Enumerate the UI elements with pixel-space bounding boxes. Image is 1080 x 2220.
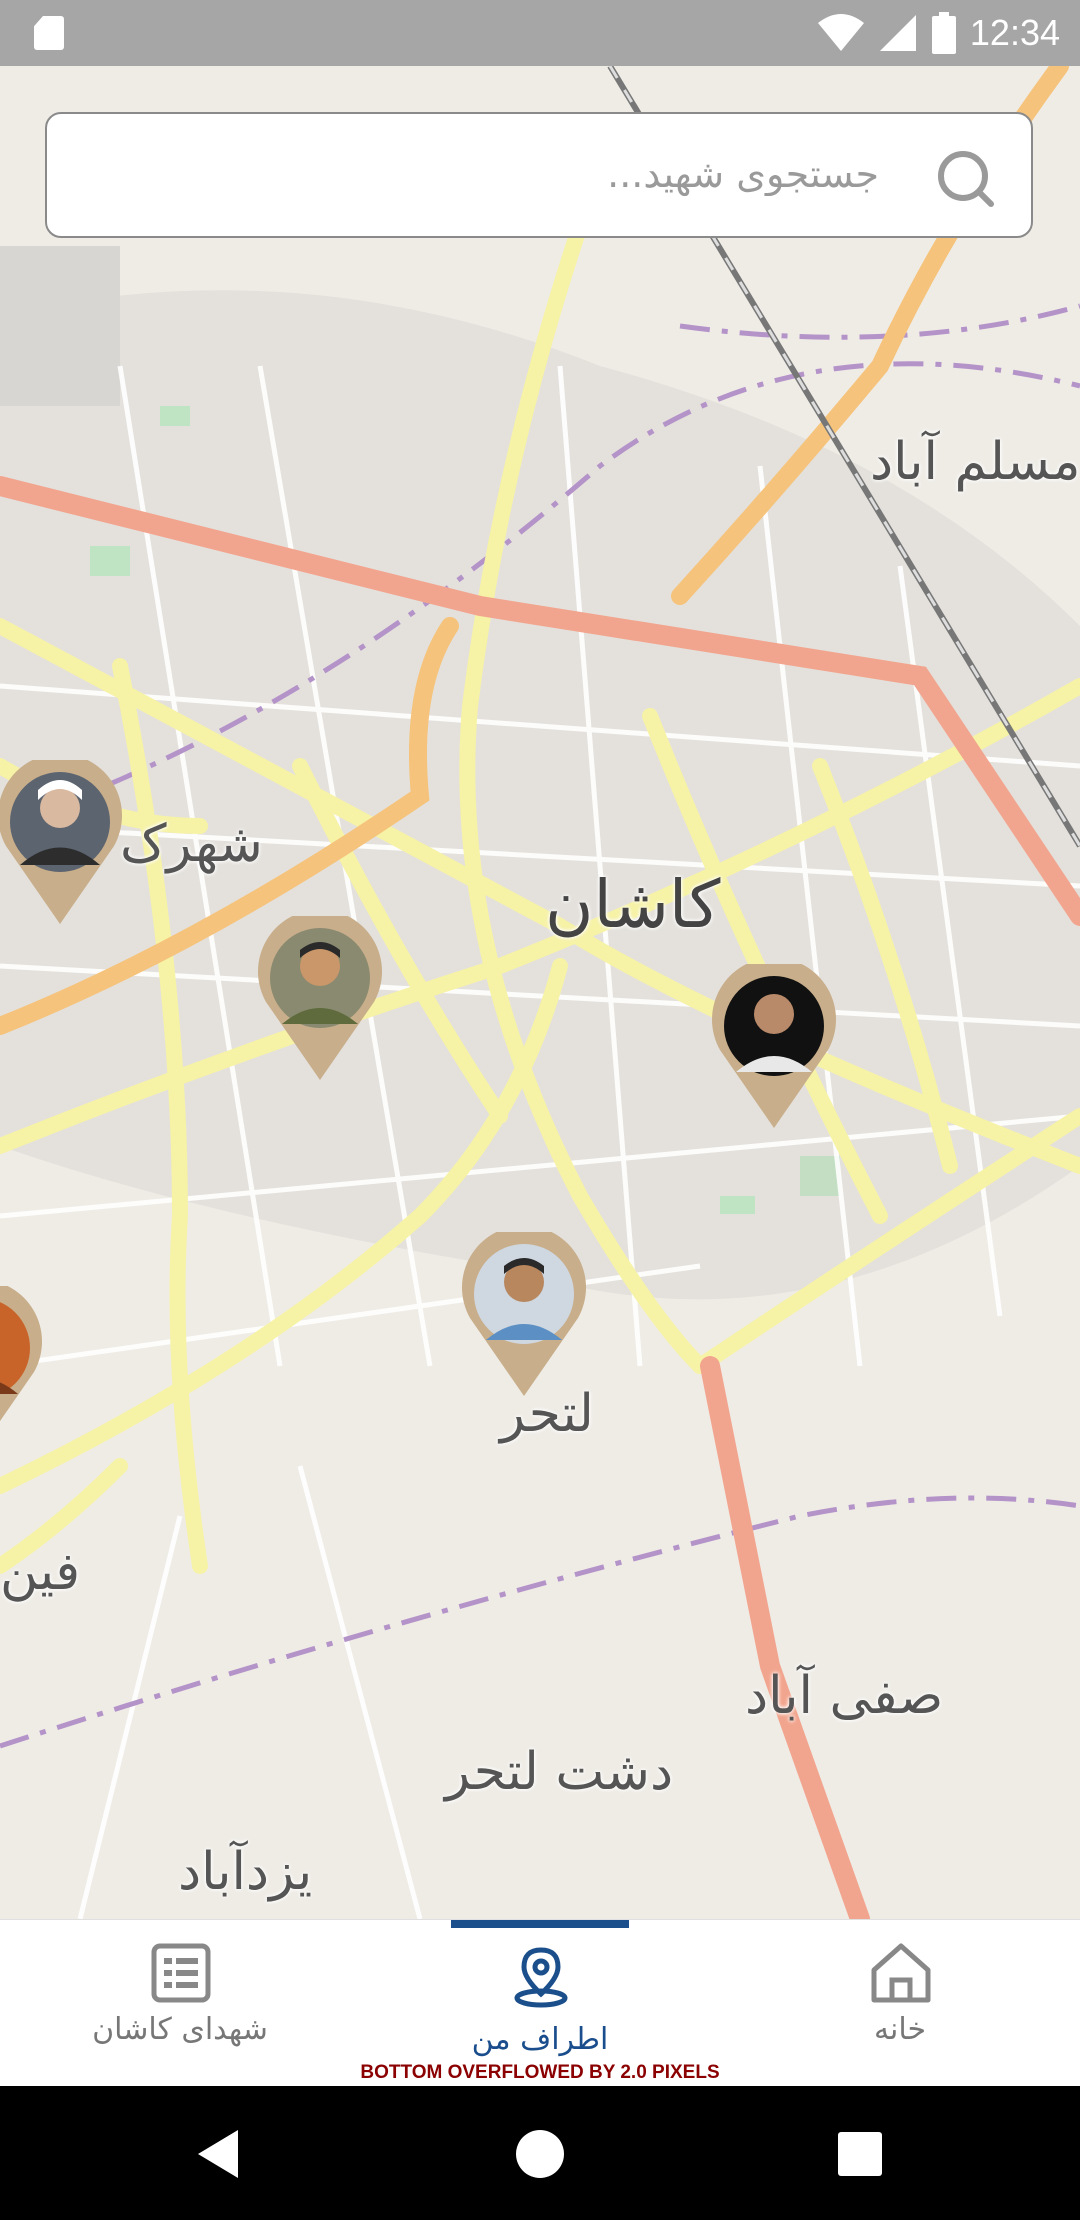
martyr-marker[interactable] (0, 1286, 42, 1450)
martyr-marker[interactable] (712, 964, 836, 1128)
cell-signal-icon (879, 15, 916, 51)
home-circle-icon[interactable] (510, 2124, 570, 2184)
active-tab-indicator (451, 1920, 629, 1928)
search-icon[interactable] (935, 148, 995, 208)
status-bar: 12:34 (0, 0, 1080, 66)
list-icon (151, 1943, 211, 2003)
location-pin-icon (514, 1947, 568, 2008)
bottom-navigation: شهدای کاشان اطراف من خانه BOTTOM OVERFLO… (0, 1919, 1080, 2087)
nav-label-home: خانه (873, 2012, 927, 2047)
map-label-kashan: کاشان (545, 866, 721, 943)
wifi-icon (817, 14, 864, 51)
system-navigation-bar (0, 2086, 1080, 2220)
map-view[interactable]: مسلم آباد شهرک کاشان لتحر فین صفی آباد د… (0, 66, 1080, 1919)
map-label-yazd-abad: یزدآباد (178, 1842, 313, 1902)
home-icon (871, 1943, 931, 2003)
map-tiles (0, 66, 1080, 1919)
battery-icon (931, 12, 956, 54)
recents-icon[interactable] (830, 2124, 890, 2184)
map-label-fin: فین (0, 1542, 81, 1602)
map-label-safi-abad: صفی آباد (745, 1666, 944, 1726)
search-box[interactable] (45, 112, 1033, 238)
martyr-marker[interactable] (0, 760, 122, 924)
martyr-marker[interactable] (462, 1232, 586, 1396)
overflow-debug-banner: BOTTOM OVERFLOWED BY 2.0 PIXELS (360, 2062, 720, 2083)
nav-label-around-me: اطراف من (471, 2022, 609, 2057)
search-input[interactable] (77, 138, 881, 210)
map-label-dasht-lotahar: دشت لتحر (445, 1742, 674, 1802)
map-label-shahrak: شهرک (120, 814, 263, 874)
martyr-marker[interactable] (258, 916, 382, 1080)
back-icon[interactable] (190, 2124, 250, 2184)
nav-label-kashan-martyrs: شهدای کاشان (92, 2012, 268, 2047)
sd-card-icon (34, 16, 64, 50)
clock: 12:34 (969, 12, 1060, 53)
map-label-moslem-abad: مسلم آباد (870, 432, 1080, 492)
